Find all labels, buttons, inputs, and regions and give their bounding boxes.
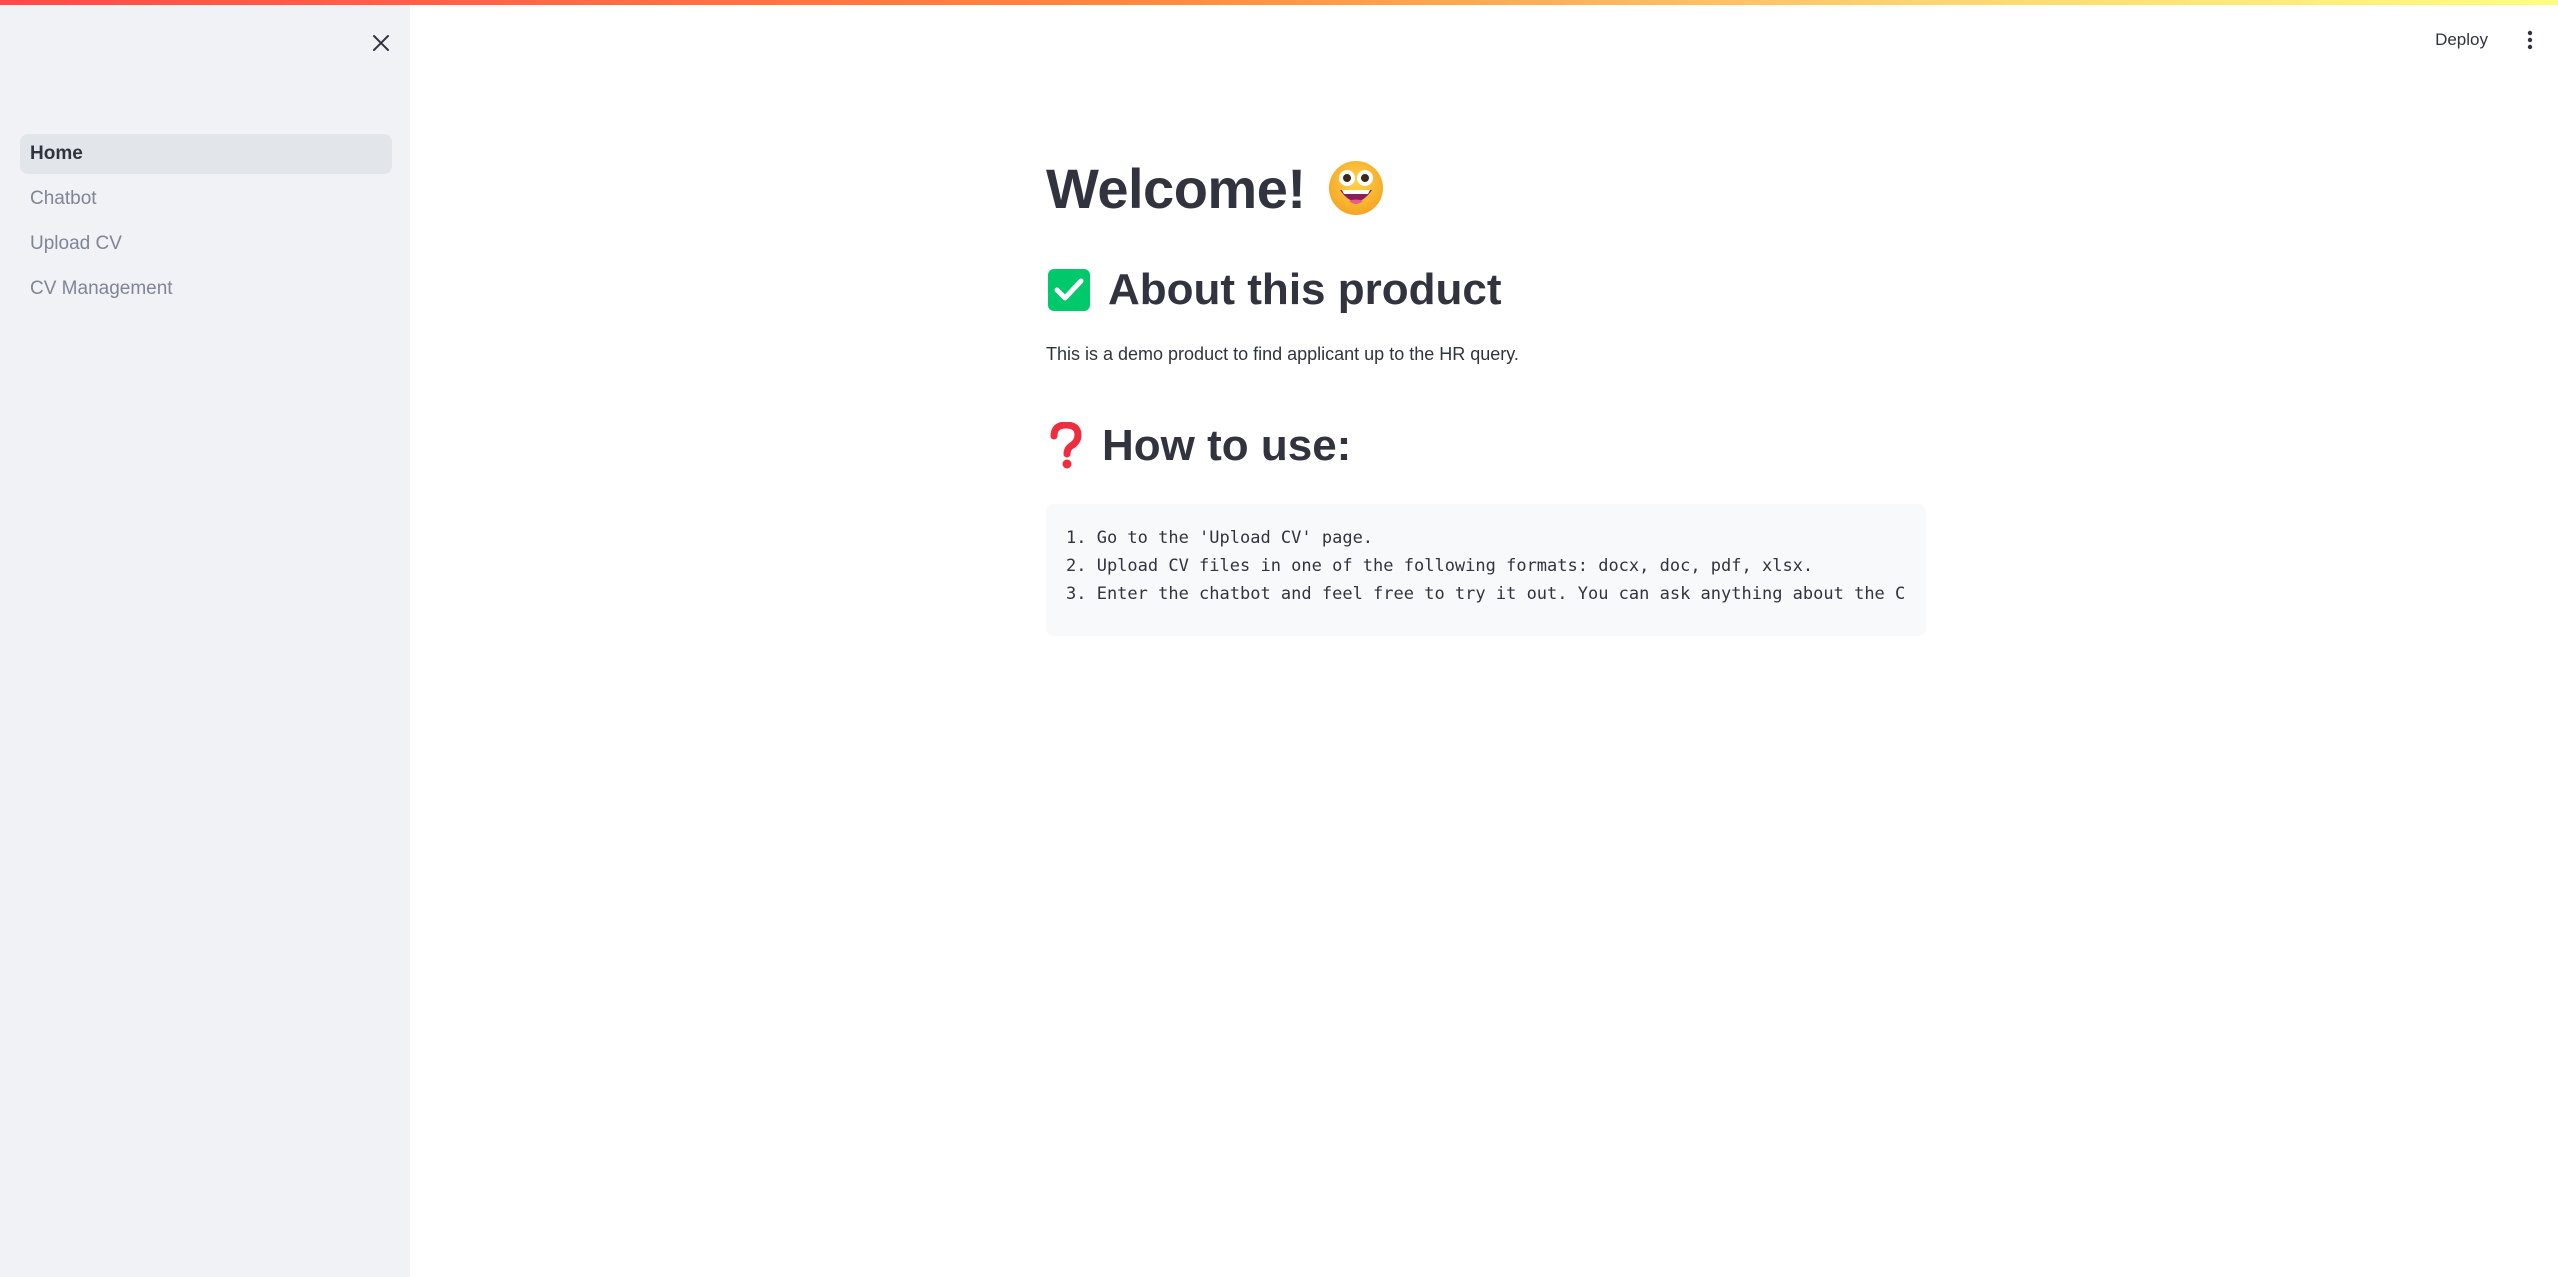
app-header: Deploy [2421,20,2558,60]
top-decoration-bar [0,0,2558,5]
sidebar-item-label: Upload CV [30,233,122,254]
check-mark-button-icon [1046,267,1092,313]
how-to-step: 1. Go to the 'Upload CV' page. [1066,528,1374,548]
how-to-code-block: 1. Go to the 'Upload CV' page. 2. Upload … [1046,504,1926,636]
sidebar-item-home[interactable]: Home [20,134,392,174]
page-title: Welcome! [1046,150,1926,226]
how-to-heading: How to use: [1046,416,1926,476]
deploy-button[interactable]: Deploy [2421,20,2502,60]
question-mark-icon [1046,422,1086,470]
about-heading: About this product [1046,260,1926,320]
sidebar-item-chatbot[interactable]: Chatbot [20,179,392,219]
page-title-text: Welcome! [1046,156,1306,220]
vertical-dots-icon [2527,30,2533,50]
main-content: Welcome! About this product This is a de… [1046,150,1926,636]
sidebar-item-upload-cv[interactable]: Upload CV [20,224,392,264]
sidebar-item-label: CV Management [30,278,173,299]
how-to-step: 2. Upload CV files in one of the followi… [1066,556,1814,576]
how-to-heading-text: How to use: [1102,421,1352,470]
sidebar: Home Chatbot Upload CV CV Management [0,0,410,1277]
sidebar-nav: Home Chatbot Upload CV CV Management [20,134,392,314]
sidebar-item-label: Home [30,143,83,164]
main-menu-button[interactable] [2510,20,2550,60]
about-description: This is a demo product to find applicant… [1046,344,1519,364]
how-to-step: 3. Enter the chatbot and feel free to tr… [1066,584,1906,604]
grinning-face-icon [1327,159,1385,217]
sidebar-item-label: Chatbot [30,188,97,209]
close-icon [373,35,389,51]
sidebar-item-cv-management[interactable]: CV Management [20,269,392,309]
about-heading-text: About this product [1108,265,1502,314]
close-sidebar-button[interactable] [366,28,396,58]
